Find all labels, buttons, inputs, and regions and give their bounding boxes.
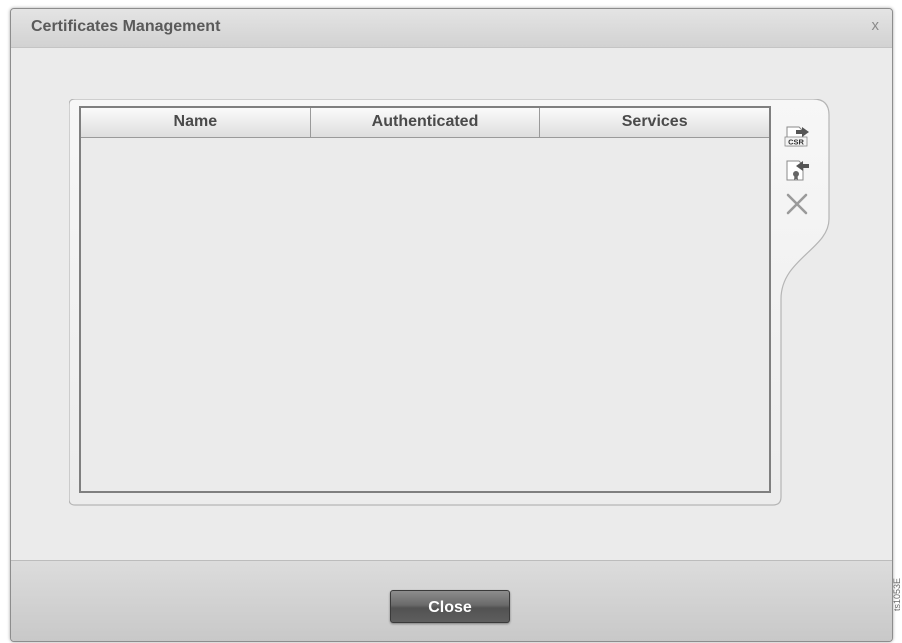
csr-export-button[interactable]: CSR: [783, 122, 811, 150]
dialog-footer: Close: [11, 560, 892, 641]
table-header: Name Authenticated Services: [81, 108, 769, 138]
certificate-import-icon: [786, 160, 809, 181]
csr-icon-label: CSR: [788, 138, 804, 147]
title-bar: Certificates Management x: [11, 9, 892, 48]
close-button[interactable]: Close: [390, 590, 510, 623]
column-header-services[interactable]: Services: [540, 108, 769, 137]
table-body[interactable]: [81, 138, 769, 491]
column-header-name[interactable]: Name: [81, 108, 311, 137]
figure-id-label: ts1053E: [892, 578, 902, 612]
close-icon[interactable]: x: [872, 17, 880, 34]
certificates-table: Name Authenticated Services: [79, 106, 771, 493]
dialog-title: Certificates Management: [31, 18, 221, 35]
side-toolbar: CSR: [783, 122, 815, 224]
csr-export-icon: CSR: [784, 126, 809, 147]
delete-icon: [786, 193, 808, 215]
certificates-management-dialog: Certificates Management x Name Authentic…: [10, 8, 893, 642]
delete-button[interactable]: [783, 190, 811, 218]
certificate-import-button[interactable]: [783, 156, 811, 184]
column-header-authenticated[interactable]: Authenticated: [311, 108, 541, 137]
